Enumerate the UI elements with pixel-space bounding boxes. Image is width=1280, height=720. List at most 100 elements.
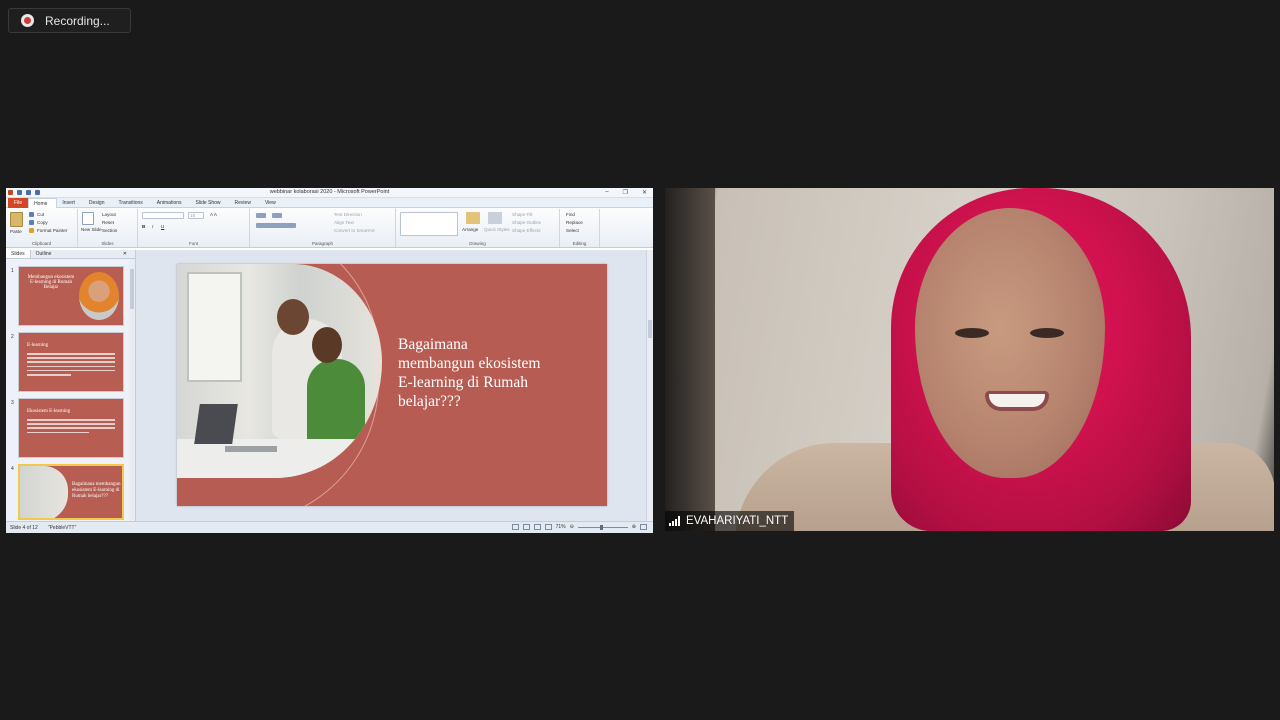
- zoom-level[interactable]: 71%: [556, 524, 566, 530]
- reading-view-icon[interactable]: [533, 524, 541, 530]
- drawing-group-label: Drawing: [469, 241, 486, 246]
- convert-smartart-button[interactable]: Convert to SmartArt: [334, 228, 375, 233]
- tab-outline[interactable]: Outline: [31, 250, 57, 258]
- font-grow-icon[interactable]: A A: [210, 212, 217, 217]
- shapes-gallery[interactable]: [400, 212, 458, 236]
- new-slide-icon: [82, 212, 94, 225]
- italic-icon[interactable]: I: [152, 224, 153, 229]
- slide-show-icon[interactable]: [544, 524, 552, 530]
- font-group: 18 B I U A A Font: [138, 209, 250, 247]
- tab-slide-show[interactable]: Slide Show: [191, 198, 230, 208]
- thumbnail-text-lines: [27, 353, 115, 378]
- tab-design[interactable]: Design: [84, 198, 114, 208]
- normal-view-icon[interactable]: [511, 524, 519, 530]
- close-pane-icon[interactable]: ✕: [118, 250, 132, 258]
- select-button[interactable]: Select: [566, 228, 579, 233]
- record-icon: [21, 14, 34, 27]
- thumbnail-number: 3: [11, 400, 14, 406]
- slides-pane: Slides Outline ✕ 1 Membangun ekosistem E…: [6, 250, 136, 521]
- slides-group-label: Slides: [101, 241, 114, 246]
- bullets-icon[interactable]: [256, 213, 266, 218]
- shape-outline-button[interactable]: Shape Outline: [512, 220, 541, 225]
- video-mouth: [985, 391, 1049, 411]
- zoom-in-icon[interactable]: ⊕: [632, 524, 636, 530]
- zoom-slider[interactable]: [577, 524, 628, 530]
- tab-home[interactable]: Home: [28, 197, 58, 208]
- layout-button[interactable]: Layout: [102, 212, 116, 217]
- video-eye-left: [955, 328, 989, 338]
- shape-effects-button[interactable]: Shape Effects: [512, 228, 541, 233]
- new-slide-button[interactable]: New Slide: [81, 227, 102, 232]
- recording-label: Recording...: [45, 13, 110, 28]
- signal-strength-icon: [669, 516, 680, 526]
- quick-styles-button[interactable]: Quick Styles: [484, 227, 510, 232]
- slide-thumbnail-4[interactable]: Bagaimana membangun ekosistem E-learning…: [18, 464, 124, 520]
- slide-canvas[interactable]: Bagaimana membangun ekosistem E-learning…: [177, 264, 607, 506]
- clipboard-group-label: Clipboard: [31, 241, 52, 246]
- font-name-field[interactable]: [142, 212, 184, 219]
- participant-video[interactable]: EVAHARIYATI_NTT: [665, 188, 1274, 531]
- cut-button[interactable]: Cut: [37, 212, 44, 217]
- shape-fill-button[interactable]: Shape Fill: [512, 212, 532, 217]
- tab-view[interactable]: View: [260, 198, 285, 208]
- recording-indicator[interactable]: Recording...: [8, 8, 131, 33]
- slide-title[interactable]: Bagaimana membangun ekosistem E-learning…: [398, 335, 598, 411]
- section-button[interactable]: Section: [102, 228, 117, 233]
- paste-button[interactable]: Paste: [10, 229, 22, 234]
- slide-thumbnail-1[interactable]: Membangun ekosistem E-learning di Rumah …: [18, 266, 124, 326]
- arrange-button[interactable]: Arrange: [462, 227, 478, 232]
- close-icon[interactable]: ✕: [642, 189, 647, 196]
- numbering-icon[interactable]: [272, 213, 282, 218]
- tab-slides[interactable]: Slides: [6, 250, 31, 258]
- paragraph-group: Text Direction Align Text Convert to Sma…: [250, 209, 396, 247]
- paragraph-group-label: Paragraph: [311, 241, 333, 246]
- format-painter-icon: [29, 228, 34, 233]
- thumbnail-title: E-learning: [27, 343, 49, 348]
- slides-pane-scrollbar[interactable]: [129, 259, 135, 521]
- slide-thumbnail-3[interactable]: Ekosistem E-learning: [18, 398, 124, 458]
- bold-icon[interactable]: B: [142, 224, 145, 229]
- thumbnail-photo: [20, 466, 68, 518]
- minimize-icon[interactable]: –: [605, 189, 608, 196]
- paste-icon[interactable]: [10, 212, 23, 227]
- text-direction-button[interactable]: Text Direction: [334, 212, 362, 217]
- ribbon-tabs: File Home Insert Design Transitions Anim…: [6, 197, 653, 208]
- tab-transitions[interactable]: Transitions: [114, 198, 152, 208]
- tab-review[interactable]: Review: [230, 198, 260, 208]
- thumbnail-number: 4: [11, 466, 14, 472]
- video-eye-right: [1030, 328, 1064, 338]
- tab-file[interactable]: File: [8, 197, 29, 208]
- participant-name: EVAHARIYATI_NTT: [686, 515, 789, 527]
- tab-insert[interactable]: Insert: [57, 198, 84, 208]
- align-text-button[interactable]: Align Text: [334, 220, 354, 225]
- shared-screen[interactable]: webbinar kolaborasi 2020 - Microsoft Pow…: [6, 188, 653, 533]
- restore-icon[interactable]: ❐: [623, 189, 628, 196]
- fit-to-window-icon[interactable]: [640, 524, 647, 530]
- work-area: Slides Outline ✕ 1 Membangun ekosistem E…: [6, 250, 653, 521]
- drawing-group: Arrange Quick Styles Shape Fill Shape Ou…: [396, 209, 560, 247]
- clipboard-group: Paste Cut Copy Format Painter Clipboard: [6, 209, 78, 247]
- copy-icon: [29, 220, 34, 225]
- theme-name: "PebbleVTT": [47, 525, 77, 531]
- ribbon: Paste Cut Copy Format Painter Clipboard …: [6, 208, 653, 248]
- cut-icon: [29, 212, 34, 217]
- thumbnail-number: 2: [11, 334, 14, 340]
- editing-group: Find Replace Select Editing: [560, 209, 600, 247]
- reset-button[interactable]: Reset: [102, 220, 114, 225]
- find-button[interactable]: Find: [566, 212, 575, 217]
- zoom-out-icon[interactable]: ⊖: [570, 524, 574, 530]
- participant-name-tag: EVAHARIYATI_NTT: [665, 511, 795, 531]
- slide-sorter-icon[interactable]: [522, 524, 530, 530]
- format-painter-button[interactable]: Format Painter: [37, 228, 67, 233]
- slide-thumbnail-2[interactable]: E-learning: [18, 332, 124, 392]
- alignment-icons[interactable]: [256, 223, 296, 228]
- quick-styles-icon: [488, 212, 502, 224]
- slides-group: New Slide Layout Reset Section Slides: [78, 209, 138, 247]
- replace-button[interactable]: Replace: [566, 220, 583, 225]
- arrange-icon: [466, 212, 480, 224]
- underline-icon[interactable]: U: [161, 224, 164, 229]
- thumbnail-title: Bagaimana membangun ekosistem E-learning…: [72, 482, 121, 499]
- tab-animations[interactable]: Animations: [152, 198, 191, 208]
- copy-button[interactable]: Copy: [37, 220, 48, 225]
- slide-scrollbar[interactable]: [646, 250, 653, 521]
